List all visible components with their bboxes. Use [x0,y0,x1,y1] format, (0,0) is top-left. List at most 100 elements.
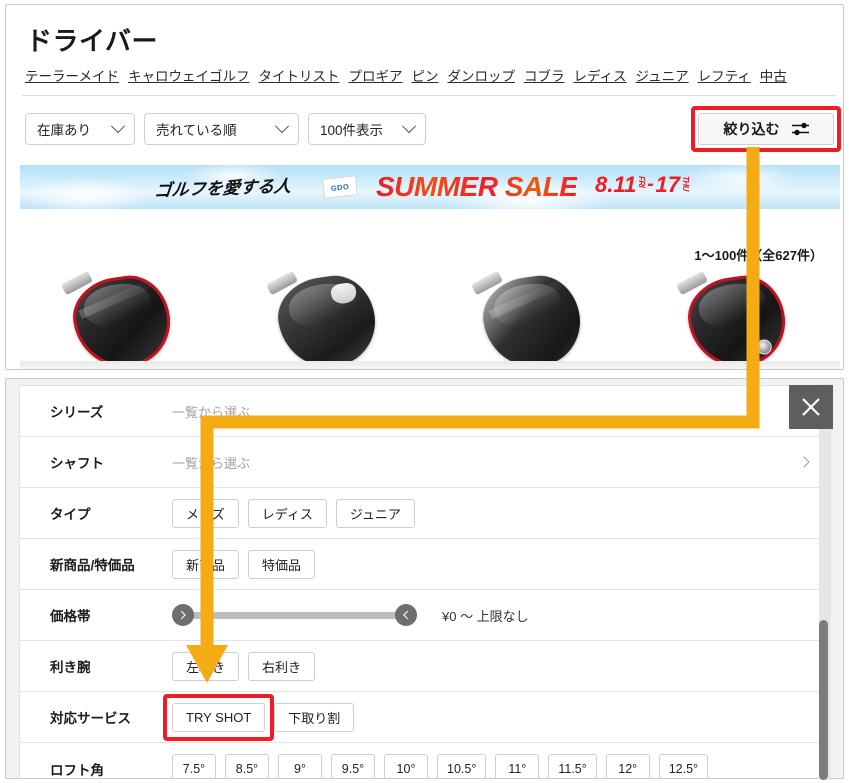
filter-row-label: シャフト [50,456,104,471]
refine-button-label: 絞り込む [723,121,780,137]
sort-select-label: 売れている順 [156,123,237,138]
brand-link-junior[interactable]: ジュニア [636,65,689,85]
shaft-placeholder: 一覧から選ぶ [172,455,251,471]
brand-links: テーラーメイド キャロウェイゴルフ タイトリスト プロギア ピン ダンロップ コ… [25,65,835,85]
brand-link-dunlop[interactable]: ダンロップ [447,65,515,85]
loft-option-12[interactable]: 12° [605,754,650,778]
stock-select-label: 在庫あり [37,123,91,138]
filter-modal-panel: シリーズ 一覧から選ぶ シャフト 一覧から選ぶ タイプ メンズ レディス ジュニ… [5,378,844,779]
slider-handle-max[interactable] [395,604,417,626]
filter-row-handedness: 利き腕 左利き 右利き [20,641,824,692]
filter-row-services: 対応サービス TRY SHOT 下取り割 [20,692,824,743]
refine-button[interactable]: 絞り込む [698,113,834,145]
filter-row-shaft[interactable]: シャフト 一覧から選ぶ [20,437,824,488]
driver-thumbnail-4 [675,270,800,369]
product-card-1[interactable] [20,267,225,369]
loft-option-10[interactable]: 10° [384,754,428,778]
summer-sale-banner[interactable]: ゴルフを愛する人 GDO SUMMER SALE 8.11 FRI - 17 T… [20,165,840,209]
filter-row-price-range: 価格帯 ¥0 〜 上限なし [20,590,824,641]
close-icon [802,398,820,416]
loft-option-7-5[interactable]: 7.5° [172,754,216,778]
product-card-4[interactable] [635,267,840,369]
loft-option-9[interactable]: 9° [278,754,322,778]
brand-link-prgr[interactable]: プロギア [348,65,402,85]
banner-dates: 8.11 FRI - 17 THU [595,172,690,197]
filter-row-type: タイプ メンズ レディス ジュニア [20,488,824,539]
banner-dow-start: FRI [637,176,647,188]
filter-row-new-or-sale: 新商品/特価品 新商品 特価品 [20,539,824,590]
price-range-slider[interactable] [172,604,417,626]
slider-handle-min[interactable] [172,604,194,626]
type-option-junior[interactable]: ジュニア [335,498,415,528]
handedness-option-right[interactable]: 右利き [248,651,316,681]
brand-link-callaway[interactable]: キャロウェイゴルフ [128,65,250,85]
filter-row-content: 新商品 特価品 [172,549,824,579]
filter-row-label: 新商品/特価品 [50,558,135,573]
filter-bar: 在庫あり 売れている順 100件表示 [25,113,426,145]
loft-option-10-5[interactable]: 10.5° [437,754,487,778]
screenshot-root: ドライバー テーラーメイド キャロウェイゴルフ タイトリスト プロギア ピン ダ… [0,0,849,783]
sale-product-option[interactable]: 特価品 [248,549,316,579]
close-modal-button[interactable] [789,385,833,429]
product-thumbnail-row [20,267,840,369]
service-option-tradein[interactable]: 下取り割 [274,702,355,732]
loft-option-12-5[interactable]: 12.5° [658,754,709,778]
gdo-logo: GDO [322,175,358,199]
try-shot-area: TRY SHOT [163,693,275,741]
result-count: 1〜100件（全627件） [694,248,823,263]
filter-modal-card: シリーズ 一覧から選ぶ シャフト 一覧から選ぶ タイプ メンズ レディス ジュニ… [19,385,825,778]
filter-row-series[interactable]: シリーズ 一覧から選ぶ [20,386,824,437]
modal-scrollbar-thumb[interactable] [819,620,828,780]
type-option-mens[interactable]: メンズ [172,498,239,528]
filter-row-label: シリーズ [50,405,104,420]
refine-button-area: 絞り込む [691,106,841,152]
header-divider [22,95,836,96]
sort-select[interactable]: 売れている順 [144,113,299,145]
banner-date-dash: - [647,174,654,195]
brand-link-cobra[interactable]: コブラ [524,65,565,85]
page-title: ドライバー [26,26,158,56]
filter-row-label: ロフト角 [50,762,104,778]
filter-row-content: TRY SHOT 下取り割 [163,693,824,741]
count-select-label: 100件表示 [320,123,384,138]
loft-option-11[interactable]: 11° [495,754,540,778]
series-placeholder: 一覧から選ぶ [172,404,251,420]
banner-tagline: ゴルフを愛する人 [153,176,293,202]
price-range-text: ¥0 〜 上限なし [442,608,529,624]
loft-option-8-5[interactable]: 8.5° [225,754,269,778]
sliders-icon [791,122,809,136]
brand-link-used[interactable]: 中古 [760,65,787,85]
filter-row-label: タイプ [50,507,91,522]
filter-row-label: 対応サービス [50,711,131,726]
product-card-2[interactable] [225,267,430,369]
banner-dow-end: THU [681,176,690,191]
new-product-option[interactable]: 新商品 [172,549,240,579]
banner-sale-text: SUMMER SALE [376,171,578,202]
filter-row-label: 利き腕 [50,660,91,675]
brand-link-taylormade[interactable]: テーラーメイド [25,65,119,85]
driver-thumbnail-1 [60,270,185,369]
handedness-option-left[interactable]: 左利き [172,651,240,681]
slider-track [184,611,405,619]
loft-option-9-5[interactable]: 9.5° [331,754,375,778]
brand-link-ladies[interactable]: レディス [573,65,626,85]
stock-select[interactable]: 在庫あり [25,113,135,145]
loft-option-11-5[interactable]: 11.5° [548,754,597,778]
count-select[interactable]: 100件表示 [308,113,426,145]
panel-bottom-shade [20,361,840,369]
banner-date-start: 8.11 [595,172,637,197]
filter-row-loft-angle: ロフト角 7.5° 8.5° 9° 9.5° 10° 10.5° 11° 11.… [20,743,824,778]
brand-link-lefty[interactable]: レフティ [698,65,751,85]
brand-link-ping[interactable]: ピン [411,65,438,85]
type-option-ladies[interactable]: レディス [247,498,327,528]
service-option-try-shot[interactable]: TRY SHOT [172,702,266,732]
head-gloss [695,280,768,331]
filter-row-content: 一覧から選ぶ [172,453,824,472]
chevron-down-icon [110,119,126,134]
product-card-3[interactable] [430,267,635,369]
filter-row-content: 左利き 右利き [172,651,824,681]
brand-link-titleist[interactable]: タイトリスト [258,65,339,85]
filter-row-label: 価格帯 [50,609,91,624]
filter-row-content: 7.5° 8.5° 9° 9.5° 10° 10.5° 11° 11.5° 12… [172,754,824,778]
filter-row-content: 一覧から選ぶ [172,402,824,421]
